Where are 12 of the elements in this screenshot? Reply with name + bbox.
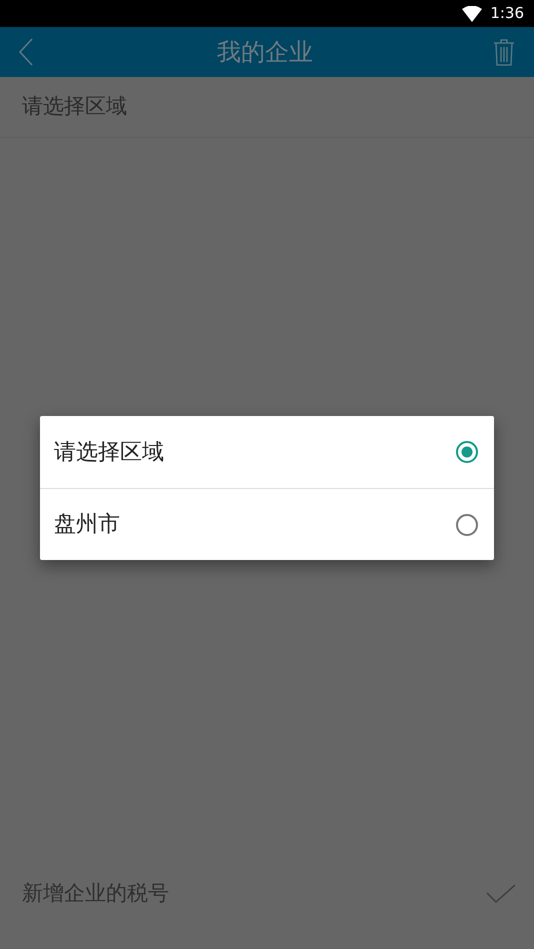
- radio-icon: [455, 440, 479, 464]
- wifi-icon: [462, 6, 482, 22]
- dialog-option[interactable]: 请选择区域: [40, 416, 494, 488]
- delete-button[interactable]: [492, 37, 516, 67]
- back-icon: [18, 38, 34, 66]
- tax-id-field[interactable]: 新增企业的税号: [22, 878, 402, 910]
- page-title: 我的企业: [217, 37, 313, 68]
- check-icon: [486, 884, 516, 904]
- dialog-option[interactable]: 盘州市: [40, 488, 494, 560]
- trash-icon: [493, 38, 515, 66]
- clock: 1:36: [490, 3, 524, 24]
- radio-icon: [455, 512, 479, 536]
